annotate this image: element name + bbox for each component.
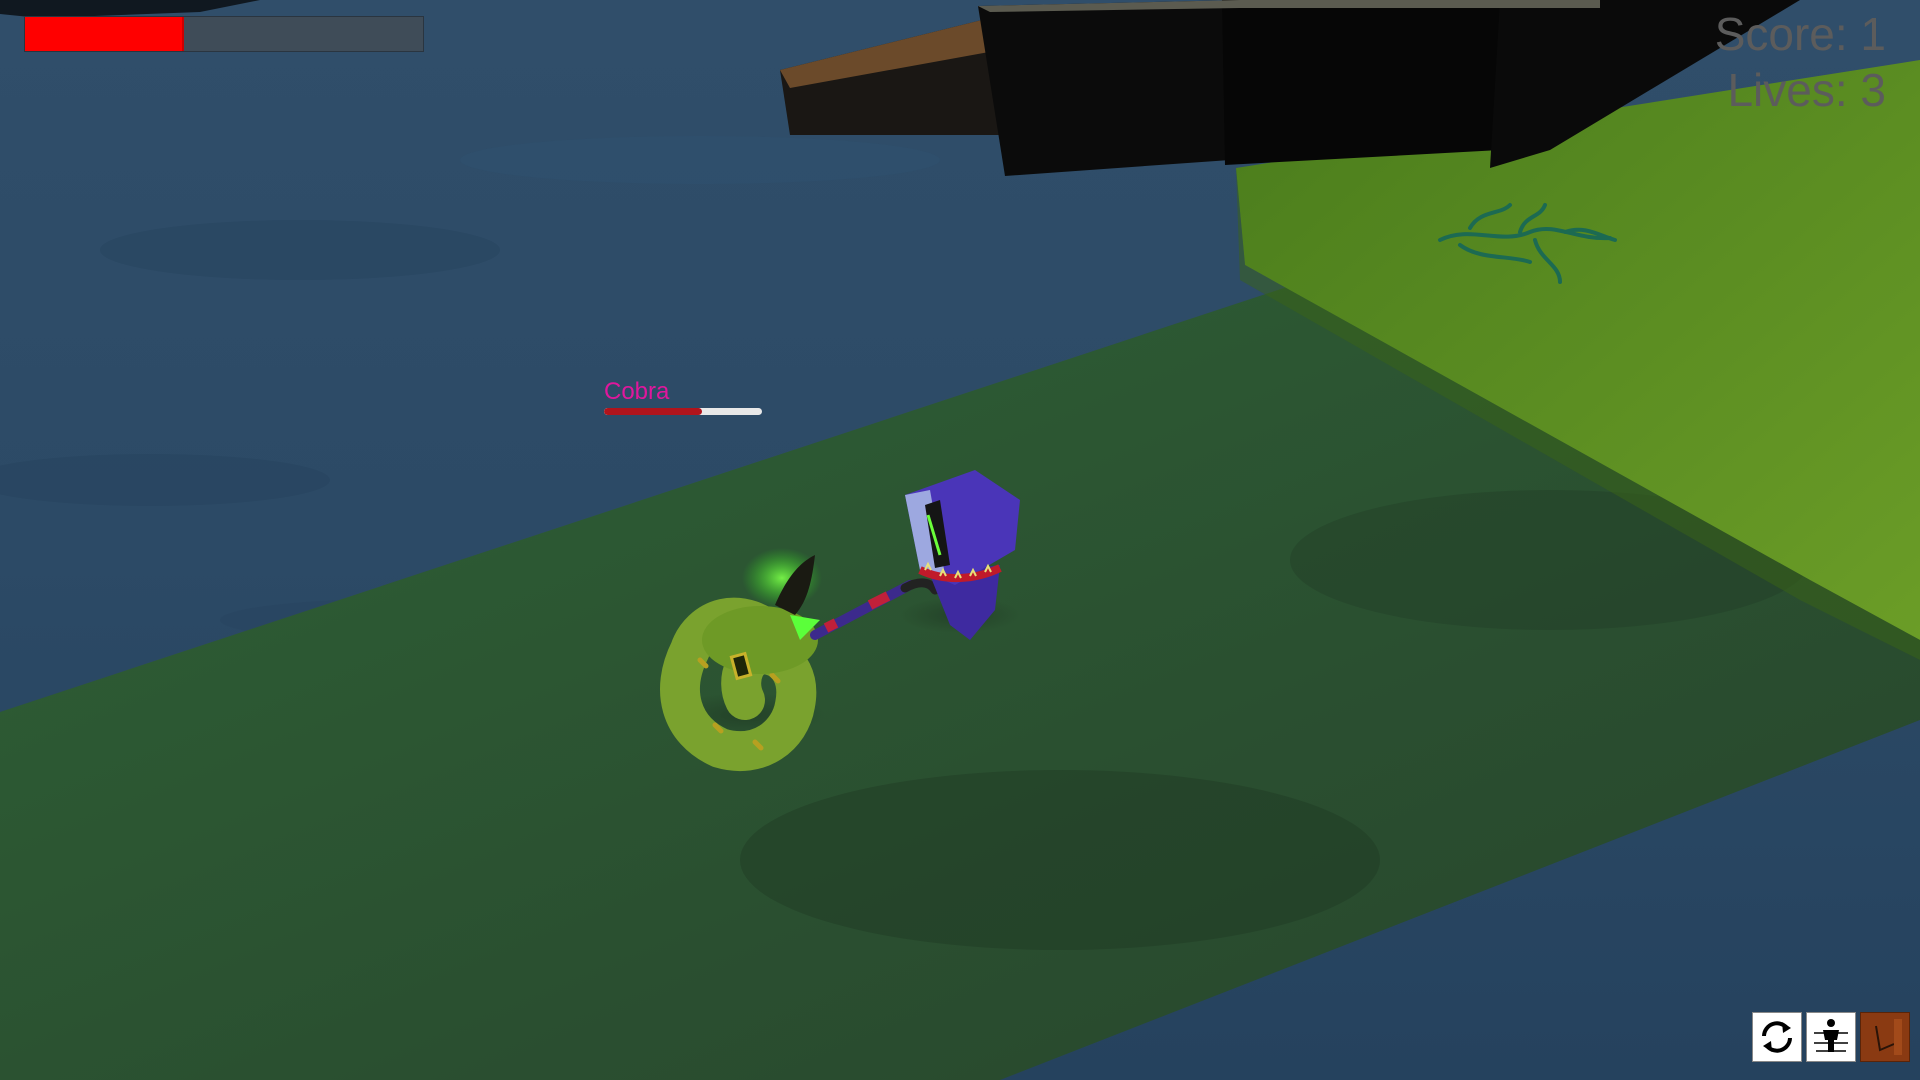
enemy-health-bar [604, 408, 762, 415]
game-viewport[interactable]: Score: 1 Lives: 3 Cobra [0, 0, 1920, 1080]
enemy-name: Cobra [604, 378, 670, 405]
spellbook-button[interactable] [1860, 1012, 1910, 1062]
score-text: Score: 1 [1714, 8, 1886, 60]
enemy-nameplate: Cobra [604, 378, 764, 415]
cobra-hood [702, 606, 818, 674]
action-bar [1752, 1012, 1910, 1062]
character-icon [1814, 1019, 1848, 1052]
score-panel: Score: 1 Lives: 3 [1715, 6, 1886, 118]
player-health-bar [24, 16, 424, 52]
player-health-fill [25, 17, 185, 51]
character-button[interactable] [1806, 1012, 1856, 1062]
spellbook-icon [1868, 1019, 1902, 1055]
staff-band [823, 618, 839, 633]
enemy-health-fill [604, 408, 702, 415]
water-ripple [460, 136, 940, 184]
path-shadow [740, 770, 1380, 950]
dark-block [978, 0, 1240, 176]
dark-block [1222, 0, 1520, 165]
refresh-icon [1762, 1021, 1792, 1053]
refresh-button[interactable] [1752, 1012, 1802, 1062]
water-ripple [100, 220, 500, 280]
game-scene [0, 0, 1920, 1080]
lives-text: Lives: 3 [1727, 64, 1886, 116]
